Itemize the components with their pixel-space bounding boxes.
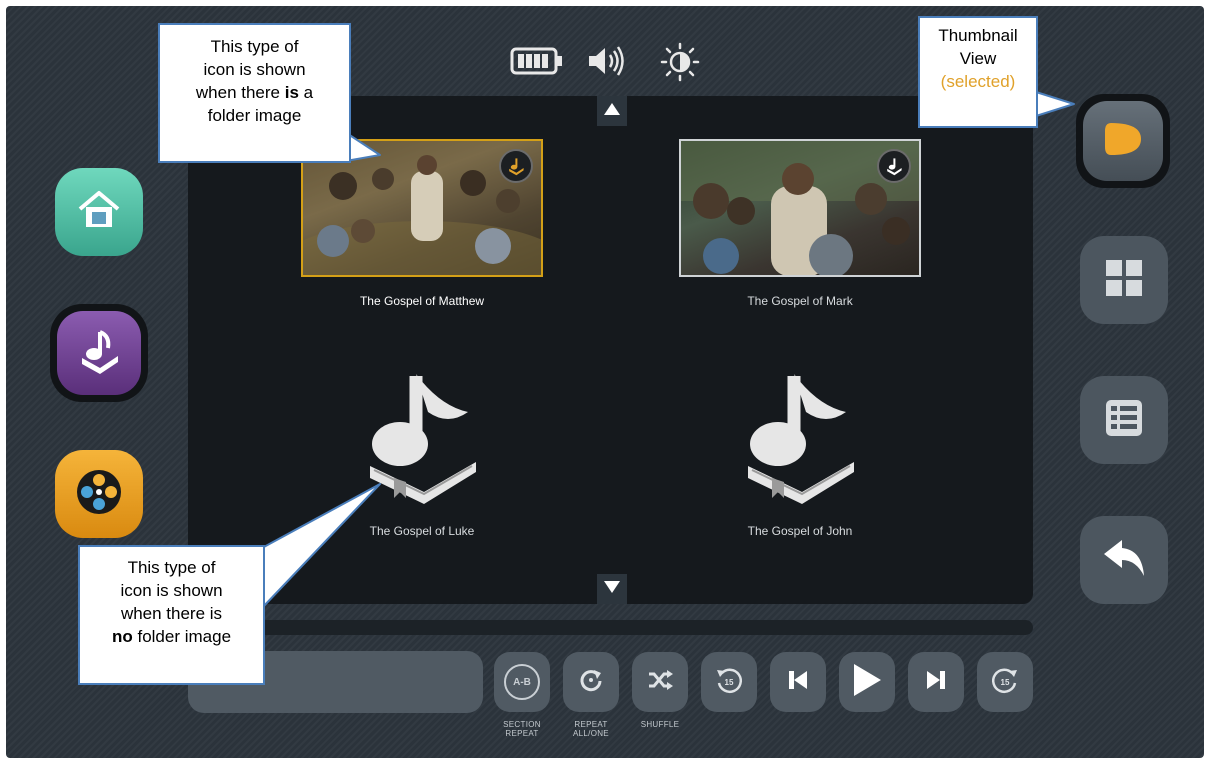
folder-tile[interactable]: The Gospel of Mark xyxy=(678,138,922,308)
callout-line: This type of xyxy=(210,37,299,56)
progress-bar[interactable] xyxy=(188,620,1033,635)
callout-line: when there is a xyxy=(160,81,349,104)
repeat-icon xyxy=(578,667,604,698)
back-button[interactable] xyxy=(1080,516,1168,604)
callout-thumbnail-view: Thumbnail View (selected) xyxy=(918,16,1038,128)
rewind-15-button[interactable]: 15 xyxy=(701,652,757,712)
repeat-label: REPEAT ALL/ONE xyxy=(556,720,626,738)
play-icon xyxy=(852,663,882,702)
callout-line: Thumbnail xyxy=(938,26,1018,45)
volume-icon[interactable] xyxy=(586,44,628,83)
callout-line: icon is shown xyxy=(203,60,306,79)
music-book-icon xyxy=(74,326,124,381)
brightness-icon[interactable] xyxy=(660,42,700,87)
folder-browser: The Gospel of Matthew The Gospel of Mark… xyxy=(188,96,1033,604)
audio-scripture-button[interactable] xyxy=(50,304,148,402)
callout-line: View xyxy=(959,49,997,68)
folder-tile[interactable]: The Gospel of Luke xyxy=(300,366,544,546)
callout-text: a xyxy=(298,83,314,102)
label-line: SECTION xyxy=(503,720,541,729)
skip-next-icon xyxy=(925,669,947,696)
callout-line: This type of xyxy=(127,558,216,577)
forward-15-button[interactable]: 15 xyxy=(977,652,1033,712)
callout-folder-image: This type of icon is shown when there is… xyxy=(158,23,351,163)
previous-button[interactable] xyxy=(770,652,826,712)
shuffle-icon xyxy=(647,669,673,696)
back-arrow-icon xyxy=(1102,538,1146,583)
folder-title: The Gospel of Mark xyxy=(747,294,853,308)
rewind-15-icon: 15 xyxy=(714,667,744,697)
list-view-button[interactable] xyxy=(1080,376,1168,464)
grid-view-button[interactable] xyxy=(1080,236,1168,324)
next-button[interactable] xyxy=(908,652,964,712)
label-line: ALL/ONE xyxy=(573,729,609,738)
thumbnail-view-icon xyxy=(1101,117,1145,166)
folder-title: The Gospel of John xyxy=(747,524,853,538)
shuffle-button[interactable] xyxy=(632,652,688,712)
ab-repeat-icon: A-B xyxy=(504,664,540,700)
shuffle-label: SHUFFLE xyxy=(625,720,695,729)
forward-15-icon: 15 xyxy=(990,667,1020,697)
music-book-icon xyxy=(499,149,533,183)
folder-tile[interactable]: The Gospel of Matthew xyxy=(300,138,544,308)
thumbnail-view-button[interactable] xyxy=(1076,94,1170,188)
callout-line: icon is shown xyxy=(120,581,223,600)
folder-title: The Gospel of Matthew xyxy=(359,294,485,308)
callout-bold: is xyxy=(284,83,299,102)
skip-previous-icon xyxy=(787,669,809,696)
battery-full-icon[interactable] xyxy=(510,46,564,81)
scroll-up-button[interactable] xyxy=(597,96,627,126)
callout-line: no folder image xyxy=(80,625,263,648)
list-view-icon xyxy=(1106,399,1142,441)
section-repeat-button[interactable]: A-B xyxy=(494,652,550,712)
music-book-icon xyxy=(364,366,484,511)
callout-line: folder image xyxy=(207,106,302,125)
label-line: REPEAT xyxy=(574,720,608,729)
scroll-down-button[interactable] xyxy=(597,574,627,604)
folder-image xyxy=(679,139,921,277)
repeat-button[interactable] xyxy=(563,652,619,712)
folder-title: The Gospel of Luke xyxy=(369,524,475,538)
section-repeat-label: SECTION REPEAT xyxy=(487,720,557,738)
callout-bold: no xyxy=(111,627,133,646)
triangle-up-icon xyxy=(604,102,620,120)
film-reel-icon xyxy=(73,466,125,523)
callout-text: when there xyxy=(195,83,285,102)
label-line: REPEAT xyxy=(505,729,539,738)
play-button[interactable] xyxy=(839,652,895,712)
callout-no-folder-image: This type of icon is shown when there is… xyxy=(78,545,265,685)
callout-line: (selected) xyxy=(940,72,1016,91)
status-bar xyxy=(506,42,726,82)
video-button[interactable] xyxy=(55,450,143,538)
callout-text: folder image xyxy=(132,627,232,646)
music-book-icon xyxy=(742,366,862,511)
label-line: SHUFFLE xyxy=(640,720,680,729)
folder-tile[interactable]: The Gospel of John xyxy=(678,366,922,546)
triangle-down-icon xyxy=(604,580,620,598)
home-icon xyxy=(74,185,124,240)
home-button[interactable] xyxy=(55,168,143,256)
callout-line: when there is xyxy=(120,604,223,623)
forward-seconds: 15 xyxy=(1000,677,1010,687)
rewind-seconds: 15 xyxy=(724,677,734,687)
grid-view-icon xyxy=(1106,259,1142,301)
music-book-icon xyxy=(877,149,911,183)
